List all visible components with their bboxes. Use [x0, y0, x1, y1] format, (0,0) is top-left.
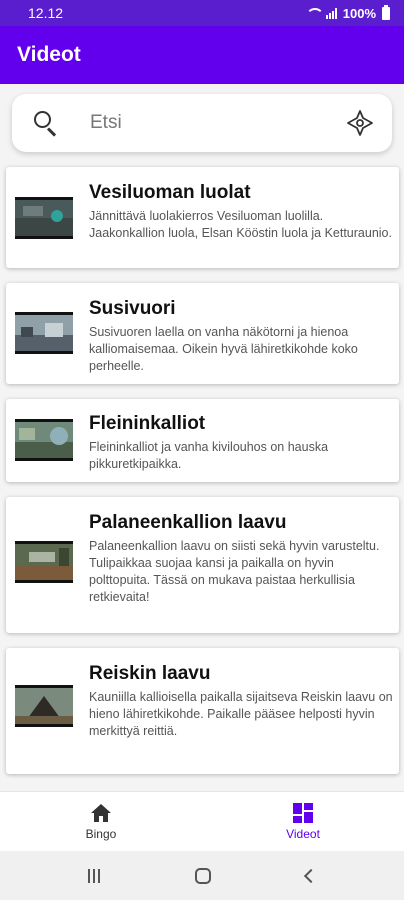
video-description: Kauniilla kallioisella paikalla sijaitse…: [89, 690, 393, 738]
home-icon: [91, 803, 111, 822]
page-title: Videot: [17, 43, 81, 66]
video-title: Fleininkalliot: [89, 413, 206, 434]
video-card[interactable]: Susivuori Susivuoren laella on vanha näk…: [6, 283, 399, 384]
video-card[interactable]: Reiskin laavu Kauniilla kallioisella pai…: [6, 648, 399, 774]
locate-icon[interactable]: [346, 109, 374, 137]
video-card[interactable]: Fleininkalliot Fleininkalliot ja vanha k…: [6, 399, 399, 482]
video-thumbnail: [15, 419, 73, 461]
video-title: Reiskin laavu: [89, 663, 211, 684]
bottom-navigation: Bingo Videot: [0, 791, 404, 851]
video-description: Susivuoren laella on vanha näkötorni ja …: [89, 325, 358, 373]
video-description: Jännittävä luolakierros Vesiluoman luoli…: [89, 209, 392, 240]
video-thumbnail: [15, 685, 73, 727]
video-title: Vesiluoman luolat: [89, 182, 251, 203]
app-bar: Videot: [0, 26, 404, 84]
signal-icon: [325, 7, 337, 19]
status-bar: 12.12 100%: [0, 0, 404, 26]
video-description: Fleininkalliot ja vanha kivilouhos on ha…: [89, 440, 329, 471]
system-navigation: [0, 851, 404, 900]
video-title: Palaneenkallion laavu: [89, 512, 287, 533]
search-input[interactable]: [90, 112, 346, 134]
video-thumbnail: [15, 541, 73, 583]
battery-percent: 100%: [342, 5, 376, 21]
video-card[interactable]: Palaneenkallion laavu Palaneenkallion la…: [6, 497, 399, 633]
video-card[interactable]: Vesiluoman luolat Jännittävä luolakierro…: [6, 167, 399, 268]
video-description: Palaneenkallion laavu on siisti sekä hyv…: [89, 539, 380, 604]
status-time: 12.12: [28, 5, 64, 21]
search-icon: [32, 109, 60, 137]
recents-icon[interactable]: [87, 868, 100, 883]
nav-item-videot[interactable]: Videot: [202, 792, 404, 851]
nav-item-bingo[interactable]: Bingo: [0, 792, 202, 851]
back-icon[interactable]: [304, 868, 319, 883]
dashboard-icon: [293, 802, 313, 823]
video-thumbnail: [15, 197, 73, 239]
status-icons: 100%: [305, 4, 390, 21]
nav-label: Videot: [286, 826, 320, 841]
battery-icon: [382, 4, 390, 20]
video-title: Susivuori: [89, 298, 176, 319]
video-thumbnail: [15, 312, 73, 354]
system-home-icon[interactable]: [194, 867, 211, 884]
wifi-icon: [305, 8, 324, 18]
nav-label: Bingo: [85, 826, 117, 841]
search-bar: [12, 94, 392, 152]
